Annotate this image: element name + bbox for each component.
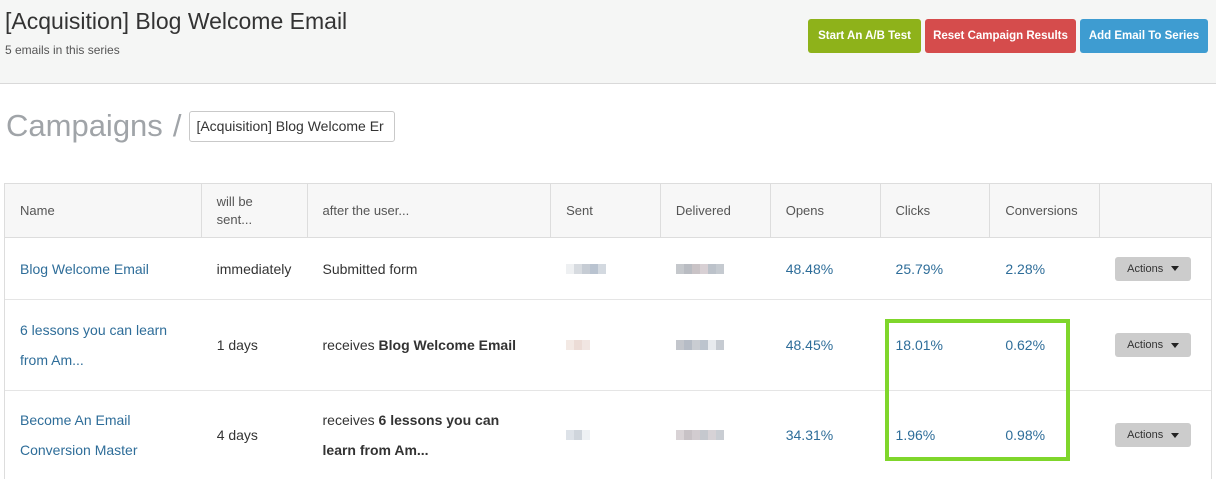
- sent-count-redacted: [566, 340, 591, 350]
- caret-down-icon: [1171, 342, 1180, 348]
- column-header-sent[interactable]: Sent: [551, 184, 661, 237]
- table-header: Name will be sent... after the user... S…: [5, 184, 1211, 238]
- caret-down-icon: [1171, 432, 1180, 438]
- campaigns-table: Name will be sent... after the user... S…: [4, 183, 1212, 479]
- send-delay: 4 days: [216, 427, 258, 443]
- conversions-rate: 0.62%: [1005, 337, 1046, 353]
- opens-rate: 48.48%: [785, 260, 834, 277]
- table-row: Become An Email Conversion Master 4 days…: [5, 391, 1211, 479]
- clicks-rate: 25.79%: [895, 260, 944, 277]
- column-header-name[interactable]: Name: [5, 184, 202, 237]
- delivered-count-redacted: [675, 263, 724, 274]
- email-name-link[interactable]: Blog Welcome Email: [20, 254, 149, 284]
- trigger-text: receives Blog Welcome Email: [322, 337, 516, 353]
- actions-dropdown-button[interactable]: Actions: [1115, 333, 1192, 357]
- table-row: 6 lessons you can learn from Am... 1 day…: [5, 300, 1211, 391]
- conversions-rate: 2.28%: [1005, 260, 1046, 277]
- start-ab-test-button[interactable]: Start An A/B Test: [808, 19, 921, 53]
- add-email-to-series-button[interactable]: Add Email To Series: [1080, 19, 1208, 53]
- actions-dropdown-button[interactable]: Actions: [1115, 256, 1192, 281]
- conversions-rate: 0.98%: [1005, 427, 1046, 443]
- series-subtitle: 5 emails in this series: [5, 43, 120, 57]
- breadcrumb: Campaigns / [Acquisition] Blog Welcome E…: [6, 106, 396, 146]
- breadcrumb-campaigns[interactable]: Campaigns: [6, 108, 163, 144]
- trigger-text: Submitted form: [322, 260, 418, 277]
- send-delay: immediately: [216, 260, 292, 277]
- breadcrumb-separator: /: [172, 108, 182, 143]
- column-header-will-be-sent[interactable]: will be sent...: [202, 184, 308, 237]
- column-header-clicks[interactable]: Clicks: [881, 184, 991, 237]
- sent-count-redacted: [566, 263, 607, 274]
- opens-rate: 48.45%: [785, 337, 834, 353]
- actions-dropdown-button[interactable]: Actions: [1115, 423, 1192, 447]
- email-name-link[interactable]: Become An Email Conversion Master: [20, 405, 182, 465]
- series-name-field[interactable]: [Acquisition] Blog Welcome Er: [189, 110, 396, 142]
- email-name-link[interactable]: 6 lessons you can learn from Am...: [20, 315, 182, 375]
- delivered-count-redacted: [675, 340, 724, 350]
- clicks-rate: 1.96%: [895, 427, 936, 443]
- column-header-after-user[interactable]: after the user...: [308, 184, 552, 237]
- clicks-rate: 18.01%: [895, 337, 943, 353]
- sent-count-redacted: [566, 430, 591, 440]
- opens-rate: 34.31%: [785, 427, 834, 443]
- table-row: Blog Welcome Email immediately Submitted…: [5, 238, 1211, 300]
- reset-campaign-results-button[interactable]: Reset Campaign Results: [925, 19, 1076, 53]
- delivered-count-redacted: [675, 430, 724, 440]
- column-header-delivered[interactable]: Delivered: [661, 184, 771, 237]
- series-title: [Acquisition] Blog Welcome Email: [5, 8, 348, 34]
- column-header-conversions[interactable]: Conversions: [990, 184, 1101, 237]
- send-delay: 1 days: [216, 337, 258, 353]
- series-header: [Acquisition] Blog Welcome Email 5 email…: [0, 0, 1216, 84]
- caret-down-icon: [1171, 266, 1180, 271]
- column-header-opens[interactable]: Opens: [771, 184, 881, 237]
- column-header-actions: [1100, 184, 1211, 237]
- trigger-text: receives 6 lessons you can learn from Am…: [322, 412, 500, 458]
